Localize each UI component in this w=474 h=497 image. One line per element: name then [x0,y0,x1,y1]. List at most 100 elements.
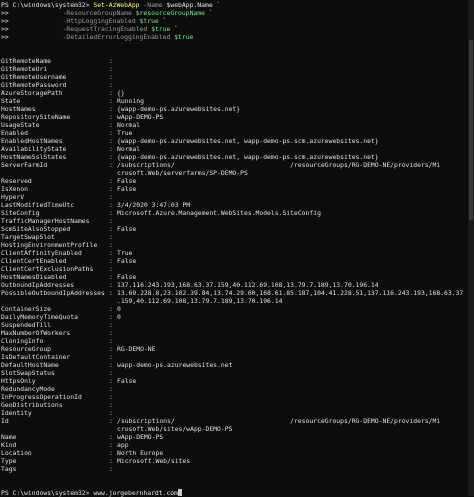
property-value: Normal [117,145,141,153]
property-separator: : [109,265,113,273]
property-name: OutboundIpAddresses [1,281,75,289]
property-name: TargetSwapSlot [1,233,55,241]
property-separator: : [109,361,113,369]
property-separator: : [109,145,113,153]
property-row: ClientCertExclusionPaths: [1,265,474,273]
property-separator: : [109,441,113,449]
property-name: AvailabilityState [1,145,67,153]
property-name: RedundancyMode [1,385,55,393]
property-separator: : [109,401,113,409]
property-name: GeoDistributions [1,401,63,409]
output-block-2: Reserved: False IsXenon: False HyperV: LastMo… [1,177,474,297]
property-row: RepositorySiteName: wApp-DEMO-PS [1,113,474,121]
property-separator: : [109,369,113,377]
property-name: ContainerSize [1,305,52,313]
property-row: HostingEnvironmentProfile: [1,241,474,249]
property-name: PossibleOutboundIpAddresses [1,289,105,297]
property-separator: : [109,185,113,193]
property-row: State: Running [1,97,474,105]
property-name: AzureStoragePath [1,89,63,97]
property-row: ContainerSize:0 [1,305,474,313]
scrollbar-thumb[interactable] [469,40,473,220]
property-value: {} [117,89,125,97]
serverfarm-id-continuation: crosoft.Web/serverfarms/SP-DEMO-PS [117,169,248,177]
property-name: DailyMemoryTimeQuota [1,313,78,321]
property-name: HostNamesDisabled [1,273,67,281]
property-separator: : [109,89,113,97]
property-row: CloningInfo: [1,337,474,345]
property-row: GitRemoteUri: [1,65,474,73]
property-value: False [117,225,137,233]
property-value: False [117,185,137,193]
command-line-3: >> -HttpLoggingEnabled $true ` [1,17,474,25]
property-name: HostNameSslStates [1,153,67,161]
property-row: InProgressOperationId: [1,393,474,401]
property-separator: : [109,65,113,73]
property-name: Reserved [1,177,32,185]
property-separator: : [109,377,113,385]
param-name: -Name [143,1,163,9]
property-separator: : [109,345,113,353]
property-name: ClientCertExclusionPaths [1,265,94,273]
property-row: ClientAffinityEnabled: True [1,249,474,257]
property-name: SiteConfig [1,209,40,217]
line-continuation: ` [162,17,167,25]
param-http-logging-value: $true [139,17,159,25]
property-separator: : [109,113,113,121]
property-row: Reserved: False [1,177,474,185]
property-name: IsXenon [1,185,28,193]
text-cursor [178,489,183,496]
property-value: 0 [117,313,121,321]
property-value: wApp-DEMO-PS [117,433,164,441]
property-name: MaxNumberOfWorkers [1,329,71,337]
output-block-3: ContainerSize:0 DailyMemoryTimeQuota:0 Sus… [1,305,474,425]
command-line-1: PS C:\windows\system32> Set-AzWebApp -Na… [1,1,474,9]
property-name: EnabledHostNames [1,137,63,145]
property-value: 3/4/2020 3:47:03 PM [117,201,191,209]
property-row: HttpsOnly: False [1,377,474,385]
property-name: IsDefaultContainer [1,353,71,361]
property-row: DailyMemoryTimeQuota:0 [1,313,474,321]
property-value: False [117,177,137,185]
line-continuation: ` [208,9,213,17]
continuation-prompt: >> [1,17,9,25]
property-value: 137.116.243.193,168.63.37.159,40.112.69.… [117,281,379,289]
property-name: ClientCertEnabled [1,257,67,265]
property-row: AvailabilityState: Normal [1,145,474,153]
property-value: Running [117,97,144,105]
param-detailed-error-value: $true [174,33,194,41]
command-line-4: >> -RequestTracingEnabled $true ` [1,25,474,33]
property-name: ServerFarmId [1,161,48,169]
output-block-1: GitRemoteName: GitRemoteUri: GitRemoteUser… [1,57,474,169]
property-name: GitRemoteName [1,57,52,65]
property-name: Tags [1,465,17,473]
property-row: PossibleOutboundIpAddresses:13.69.228.8,… [1,289,474,297]
terminal-window[interactable]: PS C:\windows\system32> Set-AzWebApp -Na… [0,0,474,497]
property-name: InProgressOperationId [1,393,82,401]
property-row: IsXenon: False [1,185,474,193]
property-name: UsageState [1,121,40,129]
property-row: LastModifiedTimeUtc:3/4/2020 3:47:03 PM [1,201,474,209]
param-resource-group-value: $resourceGroupName [135,9,205,17]
property-separator: : [109,73,113,81]
possible-outbound-ips-continuation: .159,40.112.69.108,13.79.7.189,13.70.196… [117,297,283,305]
property-separator: : [109,457,113,465]
property-separator: : [109,409,113,417]
property-row: GeoDistributions: [1,401,474,409]
property-row: OutboundIpAddresses:137.116.243.193,168.… [1,281,474,289]
property-row: UsageState: Normal [1,121,474,129]
property-value: Microsoft.Azure.Management.WebSites.Mode… [117,209,321,217]
property-separator: : [109,417,113,425]
property-name: Name [1,433,17,441]
continuation-prompt: >> [1,25,9,33]
property-separator: : [109,385,113,393]
param-name-value: $webApp.Name [166,1,213,9]
property-row: ScmSiteAlsoStopped: False [1,225,474,233]
property-value: RG-DEMO-NE [117,345,156,353]
property-value: /subscriptions/ /resourceGroups/RG-DEMO-… [117,417,441,425]
property-row: IsDefaultContainer: [1,353,474,361]
property-row: SlotSwapStatus: [1,369,474,377]
property-separator: : [109,305,113,313]
